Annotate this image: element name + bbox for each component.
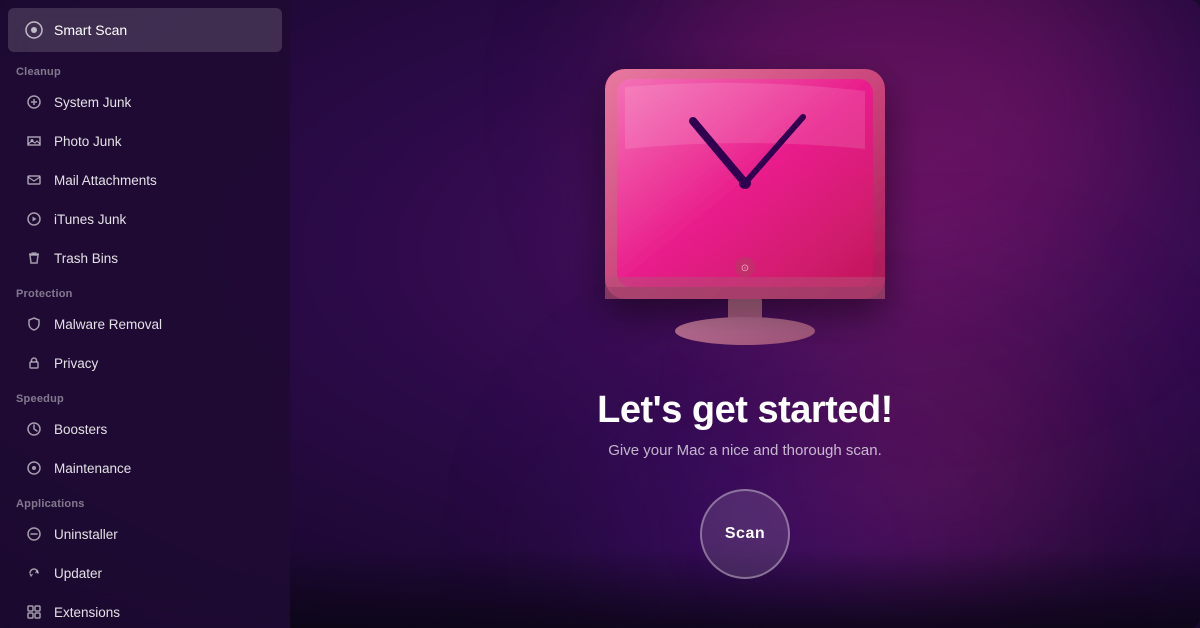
main-content: ⊙ Let's get started! Give your Mac a nic… [290, 0, 1200, 628]
trash-bins-label: Trash Bins [54, 251, 118, 266]
section-label-applications: Applications [0, 488, 290, 514]
mail-attachments-label: Mail Attachments [54, 173, 157, 188]
maintenance-icon [24, 458, 44, 478]
section-label-speedup: Speedup [0, 383, 290, 409]
extensions-label: Extensions [54, 605, 120, 620]
sidebar-item-privacy[interactable]: Privacy [8, 344, 282, 382]
imac-illustration: ⊙ [545, 49, 945, 369]
sidebar-item-itunes-junk[interactable]: iTunes Junk [8, 200, 282, 238]
uninstaller-label: Uninstaller [54, 527, 118, 542]
itunes-junk-label: iTunes Junk [54, 212, 126, 227]
malware-removal-icon [24, 314, 44, 334]
sidebar-item-system-junk[interactable]: System Junk [8, 83, 282, 121]
itunes-junk-icon [24, 209, 44, 229]
mail-attachments-icon [24, 170, 44, 190]
sidebar-item-boosters[interactable]: Boosters [8, 410, 282, 448]
sidebar-item-trash-bins[interactable]: Trash Bins [8, 239, 282, 277]
sidebar-item-updater[interactable]: Updater [8, 554, 282, 592]
boosters-icon [24, 419, 44, 439]
scan-button-label: Scan [725, 525, 765, 543]
malware-removal-label: Malware Removal [54, 317, 162, 332]
photo-junk-icon [24, 131, 44, 151]
sidebar-sections: Cleanup System Junk Photo Junk Mail Attachm… [0, 56, 290, 628]
sidebar: Smart Scan Cleanup System Junk Photo Junk M… [0, 0, 290, 628]
updater-label: Updater [54, 566, 102, 581]
app-window: Smart Scan Cleanup System Junk Photo Junk M… [0, 0, 1200, 628]
boosters-label: Boosters [54, 422, 107, 437]
extensions-icon [24, 602, 44, 622]
system-junk-label: System Junk [54, 95, 131, 110]
section-label-cleanup: Cleanup [0, 56, 290, 82]
privacy-label: Privacy [54, 356, 98, 371]
subheadline: Give your Mac a nice and thorough scan. [608, 442, 882, 459]
smart-scan-icon [24, 20, 44, 40]
section-label-protection: Protection [0, 278, 290, 304]
headline: Let's get started! [597, 389, 893, 432]
system-junk-icon [24, 92, 44, 112]
sidebar-item-photo-junk[interactable]: Photo Junk [8, 122, 282, 160]
trash-bins-icon [24, 248, 44, 268]
smart-scan-label: Smart Scan [54, 22, 127, 38]
svg-text:⊙: ⊙ [741, 263, 749, 274]
sidebar-item-uninstaller[interactable]: Uninstaller [8, 515, 282, 553]
sidebar-item-extensions[interactable]: Extensions [8, 593, 282, 628]
maintenance-label: Maintenance [54, 461, 131, 476]
scan-button[interactable]: Scan [700, 489, 790, 579]
uninstaller-icon [24, 524, 44, 544]
sidebar-item-malware-removal[interactable]: Malware Removal [8, 305, 282, 343]
privacy-icon [24, 353, 44, 373]
photo-junk-label: Photo Junk [54, 134, 122, 149]
sidebar-item-smart-scan[interactable]: Smart Scan [8, 8, 282, 52]
updater-icon [24, 563, 44, 583]
sidebar-item-mail-attachments[interactable]: Mail Attachments [8, 161, 282, 199]
sidebar-item-maintenance[interactable]: Maintenance [8, 449, 282, 487]
